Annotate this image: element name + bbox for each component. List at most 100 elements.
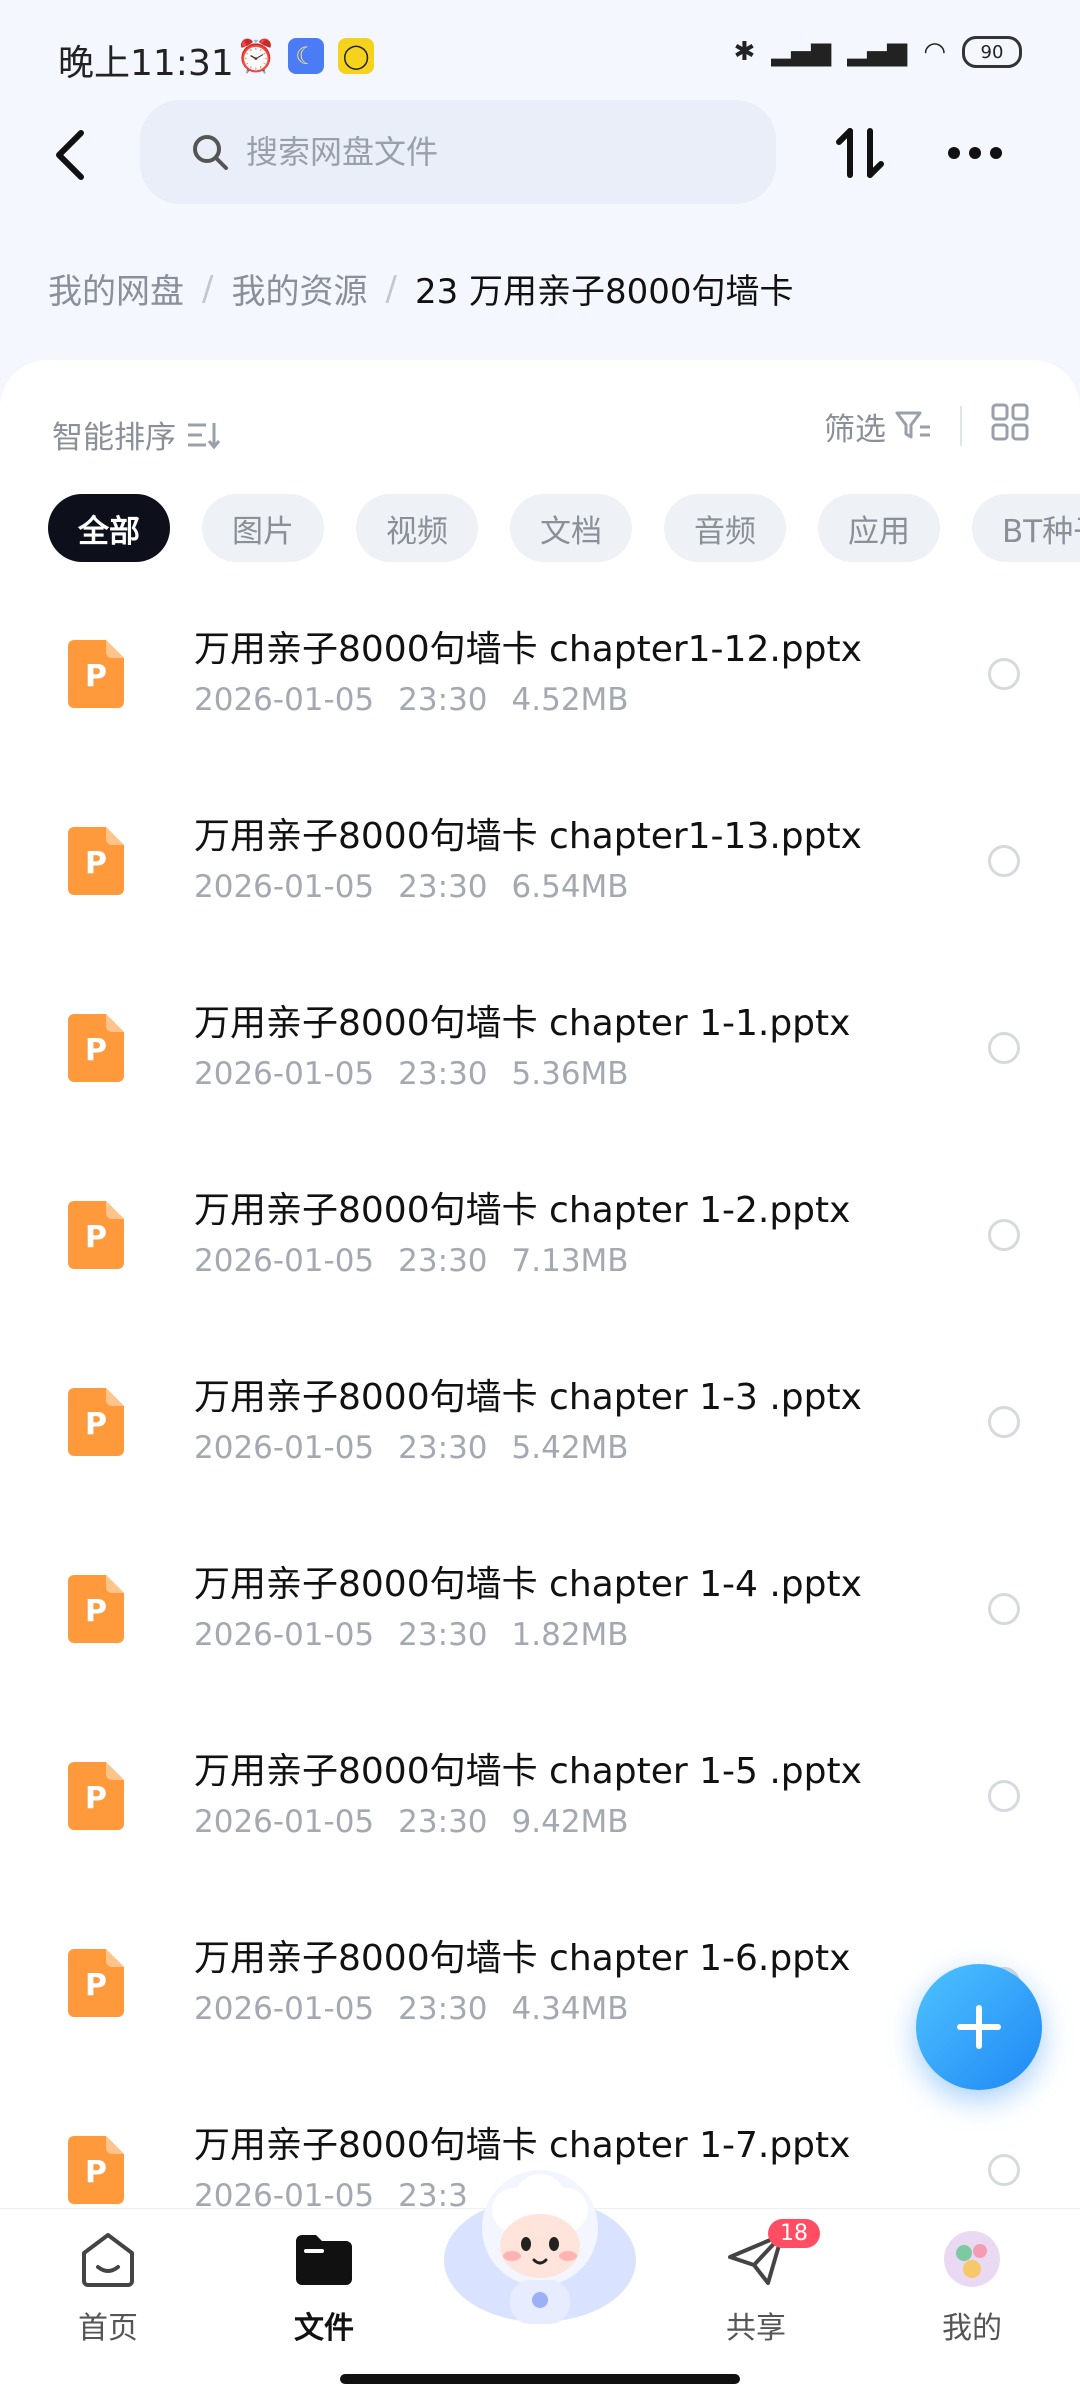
back-button[interactable] bbox=[40, 120, 100, 190]
svg-text:P: P bbox=[85, 1594, 107, 1629]
select-radio[interactable] bbox=[988, 845, 1020, 877]
file-name: 万用亲子8000句墙卡 chapter 1-3 .pptx bbox=[194, 1377, 862, 1418]
file-meta: 2026-01-05 23:30 4.34MB bbox=[194, 1991, 653, 2027]
nav-me[interactable]: 我的 bbox=[902, 2229, 1042, 2347]
select-radio[interactable] bbox=[988, 658, 1020, 690]
plus-icon bbox=[957, 2005, 1001, 2049]
signal-icon-2: ▂▄▆ bbox=[847, 37, 908, 67]
file-name: 万用亲子8000句墙卡 chapter 1-5 .pptx bbox=[194, 1751, 862, 1792]
chip-videos[interactable]: 视频 bbox=[356, 494, 478, 562]
nav-home-label: 首页 bbox=[78, 2311, 138, 2346]
status-time: 晚上11:31 bbox=[58, 43, 234, 84]
file-time: 23:30 bbox=[398, 1804, 488, 1840]
file-name: 万用亲子8000句墙卡 chapter1-12.pptx bbox=[194, 629, 862, 670]
file-time: 23:30 bbox=[398, 869, 488, 905]
file-meta: 2026-01-05 23:30 6.54MB bbox=[194, 869, 653, 905]
pptx-file-icon: P bbox=[68, 640, 124, 708]
select-radio[interactable] bbox=[988, 1219, 1020, 1251]
file-row[interactable]: P 万用亲子8000句墙卡 chapter 1-1.pptx 2026-01-0… bbox=[0, 974, 1080, 1161]
search-input[interactable] bbox=[246, 133, 706, 171]
breadcrumb-item-resources[interactable]: 我的资源 bbox=[231, 264, 367, 313]
select-radio[interactable] bbox=[988, 2154, 1020, 2186]
file-row[interactable]: P 万用亲子8000句墙卡 chapter 1-4 .pptx 2026-01-… bbox=[0, 1535, 1080, 1722]
avatar bbox=[944, 2231, 1000, 2287]
file-row[interactable]: P 万用亲子8000句墙卡 chapter 1-3 .pptx 2026-01-… bbox=[0, 1348, 1080, 1535]
select-radio[interactable] bbox=[988, 1406, 1020, 1438]
svg-text:P: P bbox=[85, 1968, 107, 2003]
file-name: 万用亲子8000句墙卡 chapter 1-4 .pptx bbox=[194, 1564, 862, 1605]
file-meta: 2026-01-05 23:30 7.13MB bbox=[194, 1243, 653, 1279]
filter-button[interactable]: 筛选 bbox=[824, 404, 932, 449]
chip-apps[interactable]: 应用 bbox=[818, 494, 940, 562]
sort-label: 智能排序 bbox=[52, 420, 176, 456]
add-button[interactable] bbox=[916, 1964, 1042, 2090]
file-date: 2026-01-05 bbox=[194, 1804, 375, 1840]
file-date: 2026-01-05 bbox=[194, 1430, 375, 1466]
file-date: 2026-01-05 bbox=[194, 682, 375, 718]
nav-me-label: 我的 bbox=[942, 2311, 1002, 2346]
file-row[interactable]: P 万用亲子8000句墙卡 chapter1-12.pptx 2026-01-0… bbox=[0, 600, 1080, 787]
bluetooth-icon: ✱ bbox=[733, 37, 756, 67]
status-notification-icons: ⏰ ☾ ◯ bbox=[236, 37, 374, 75]
smart-sort-button[interactable]: 智能排序 bbox=[52, 412, 224, 457]
file-name: 万用亲子8000句墙卡 chapter 1-6.pptx bbox=[194, 1938, 851, 1979]
divider bbox=[960, 406, 962, 446]
svg-text:P: P bbox=[85, 2155, 107, 2190]
pptx-file-icon: P bbox=[68, 1388, 124, 1456]
sort-arrows-icon bbox=[836, 128, 884, 178]
nav-home[interactable]: 首页 bbox=[38, 2229, 178, 2347]
nav-files-label: 文件 bbox=[294, 2311, 354, 2346]
select-radio[interactable] bbox=[988, 1780, 1020, 1812]
search-icon bbox=[193, 135, 228, 170]
chip-documents[interactable]: 文档 bbox=[510, 494, 632, 562]
filter-label: 筛选 bbox=[824, 411, 886, 448]
file-row[interactable]: P 万用亲子8000句墙卡 chapter 1-5 .pptx 2026-01-… bbox=[0, 1722, 1080, 1909]
search-box[interactable] bbox=[140, 100, 776, 204]
file-date: 2026-01-05 bbox=[194, 1243, 375, 1279]
file-name: 万用亲子8000句墙卡 chapter1-13.pptx bbox=[194, 816, 862, 857]
file-row[interactable]: P 万用亲子8000句墙卡 chapter 1-2.pptx 2026-01-0… bbox=[0, 1161, 1080, 1348]
select-radio[interactable] bbox=[988, 1593, 1020, 1625]
breadcrumb-item-current: 23 万用亲子8000句墙卡 bbox=[414, 272, 794, 312]
header bbox=[0, 100, 1080, 210]
mascot-icon[interactable] bbox=[440, 2150, 640, 2330]
file-name: 万用亲子8000句墙卡 chapter 1-1.pptx bbox=[194, 1003, 851, 1044]
file-meta: 2026-01-05 23:30 5.42MB bbox=[194, 1430, 653, 1466]
chip-bt-torrents[interactable]: BT种子 bbox=[972, 494, 1080, 562]
select-radio[interactable] bbox=[988, 1032, 1020, 1064]
more-button[interactable] bbox=[940, 118, 1010, 188]
chip-all[interactable]: 全部 bbox=[48, 494, 170, 562]
file-date: 2026-01-05 bbox=[194, 1617, 375, 1653]
file-size: 4.52MB bbox=[511, 682, 629, 718]
pptx-file-icon: P bbox=[68, 1762, 124, 1830]
nav-share[interactable]: 18 共享 bbox=[686, 2219, 826, 2347]
home-icon bbox=[82, 2233, 134, 2287]
file-row[interactable]: P 万用亲子8000句墙卡 chapter1-13.pptx 2026-01-0… bbox=[0, 787, 1080, 974]
grid-view-button[interactable] bbox=[990, 402, 1030, 450]
file-row[interactable]: P 万用亲子8000句墙卡 chapter 1-6.pptx 2026-01-0… bbox=[0, 1909, 1080, 2096]
alarm-icon: ⏰ bbox=[236, 37, 276, 75]
breadcrumb: 我的网盘 / 我的资源 / 23 万用亲子8000句墙卡 bbox=[48, 264, 794, 313]
file-time: 23:30 bbox=[398, 1056, 488, 1092]
file-time: 23:30 bbox=[398, 1430, 488, 1466]
file-meta: 2026-01-05 23:30 5.36MB bbox=[194, 1056, 653, 1092]
pptx-file-icon: P bbox=[68, 2136, 124, 2204]
breadcrumb-item-root[interactable]: 我的网盘 bbox=[48, 264, 184, 313]
home-indicator bbox=[340, 2374, 740, 2384]
chip-audio[interactable]: 音频 bbox=[664, 494, 786, 562]
chip-images[interactable]: 图片 bbox=[202, 494, 324, 562]
grid-view-icon bbox=[991, 403, 1029, 441]
battery-icon: 90 bbox=[962, 36, 1022, 68]
file-size: 5.42MB bbox=[511, 1430, 629, 1466]
file-date: 2026-01-05 bbox=[194, 1056, 375, 1092]
file-name: 万用亲子8000句墙卡 chapter 1-2.pptx bbox=[194, 1190, 851, 1231]
file-time: 23:30 bbox=[398, 1991, 488, 2027]
file-meta: 2026-01-05 23:30 1.82MB bbox=[194, 1617, 653, 1653]
nav-files[interactable]: 文件 bbox=[254, 2229, 394, 2347]
sort-order-button[interactable] bbox=[828, 118, 892, 188]
svg-text:P: P bbox=[85, 1781, 107, 1816]
sort-list-icon bbox=[188, 422, 221, 449]
file-size: 7.13MB bbox=[511, 1243, 629, 1279]
pptx-file-icon: P bbox=[68, 1014, 124, 1082]
filter-icon bbox=[895, 411, 930, 439]
